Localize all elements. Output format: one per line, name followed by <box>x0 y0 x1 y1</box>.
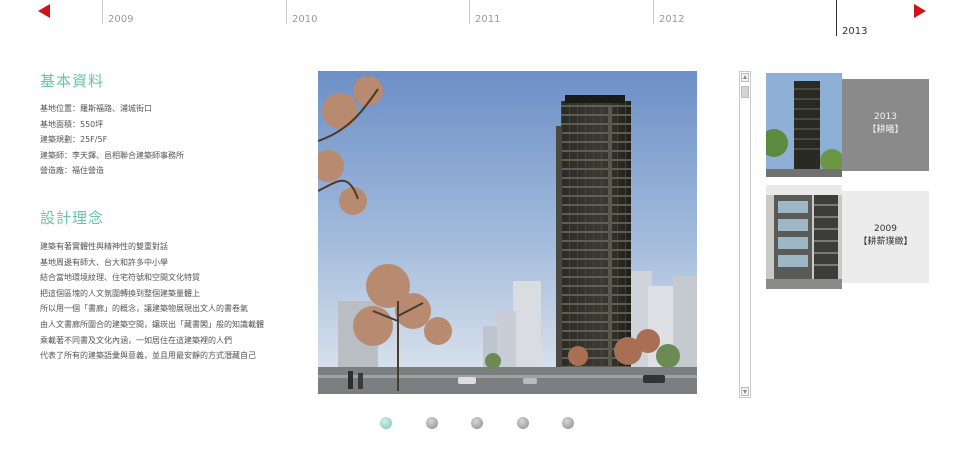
design-concept-line: 基地周邊有師大、台大和許多中小學 <box>40 257 168 267</box>
design-concept-line: 把這個區塊的人文氛圍轉換到整個建築量體上 <box>40 288 200 298</box>
basic-info-item: 建築規劃：25F/5F <box>40 135 108 145</box>
timeline-year-2011[interactable]: 2011 <box>469 0 500 25</box>
timeline: 2009 2010 2011 2012 2013 <box>0 0 954 44</box>
timeline-year-label: 2012 <box>659 14 685 25</box>
basic-info-item: 建築師：李天鐸、邑相聯合建築師事務所 <box>40 150 184 160</box>
design-concept-line: 所以用一個「書廊」的概念，讓建築物展現出文人的書卷氣 <box>40 304 248 314</box>
project-name: 【耕薪璞緻】 <box>858 237 913 247</box>
project-card-2009[interactable]: 2009 【耕薪璞緻】 <box>766 185 929 289</box>
design-concept-line: 由人文書廊所圍合的建築空間，鑲崁出「藏書閣」般的知識載體 <box>40 319 264 329</box>
project-info-panel: 2009 【耕薪璞緻】 <box>842 191 929 283</box>
design-concept-line: 建築有著實體性與精神性的雙重對話 <box>40 242 168 251</box>
scroll-up-icon[interactable] <box>741 73 749 82</box>
timeline-year-2013-active[interactable]: 2013 <box>836 0 867 37</box>
pager-dot-4[interactable] <box>517 417 529 429</box>
design-concept-text: 建築有著實體性與精神性的雙重對話 基地周邊有師大、台大和許多中小學 結合當地環境… <box>40 239 264 364</box>
next-arrow-icon[interactable] <box>914 4 926 18</box>
timeline-year-label: 2010 <box>292 14 318 25</box>
pager-dot-2[interactable] <box>426 417 438 429</box>
basic-info-item: 營造廠：福住營造 <box>40 166 104 176</box>
basic-info-item: 基地位置：羅斯福路、浦城街口 <box>40 104 152 113</box>
project-year: 2009 <box>874 224 897 234</box>
timeline-year-label: 2011 <box>475 14 501 25</box>
timeline-year-2012[interactable]: 2012 <box>653 0 684 25</box>
vertical-scrollbar[interactable] <box>739 71 751 398</box>
scroll-down-icon[interactable] <box>741 387 749 396</box>
pager-dot-1-active[interactable] <box>380 417 392 429</box>
basic-info-item: 基地面積：550坪 <box>40 119 104 129</box>
basic-info-list: 基地位置：羅斯福路、浦城街口 基地面積：550坪 建築規劃：25F/5F 建築師… <box>40 101 184 179</box>
timeline-year-2009[interactable]: 2009 <box>102 0 133 25</box>
pager-dot-3[interactable] <box>471 417 483 429</box>
project-year: 2013 <box>874 112 897 122</box>
timeline-year-label: 2013 <box>842 26 868 37</box>
basic-info-title: 基本資料 <box>40 72 105 90</box>
building-rendering-image <box>318 71 697 394</box>
timeline-year-2010[interactable]: 2010 <box>286 0 317 25</box>
design-concept-title: 設計理念 <box>40 209 105 227</box>
scrollbar-thumb[interactable] <box>741 86 749 98</box>
project-card-2013[interactable]: 2013 【耕曦】 <box>766 73 929 177</box>
design-concept-line: 代表了所有的建築語彙與意義，並且用最安靜的方式潛藏自己 <box>40 351 256 361</box>
project-info-panel: 2013 【耕曦】 <box>842 79 929 171</box>
pager-dot-5[interactable] <box>562 417 574 429</box>
project-thumbnail-image <box>766 73 842 177</box>
design-concept-line: 結合當地環境紋理、住宅符號和空間文化特質 <box>40 273 200 283</box>
design-concept-line: 乘載著不同書及文化內涵，一如居住在這建築裡的人們 <box>40 335 232 345</box>
project-name: 【耕曦】 <box>867 125 904 135</box>
project-thumbnail-image <box>766 185 842 289</box>
prev-arrow-icon[interactable] <box>38 4 50 18</box>
timeline-year-label: 2009 <box>108 14 134 25</box>
